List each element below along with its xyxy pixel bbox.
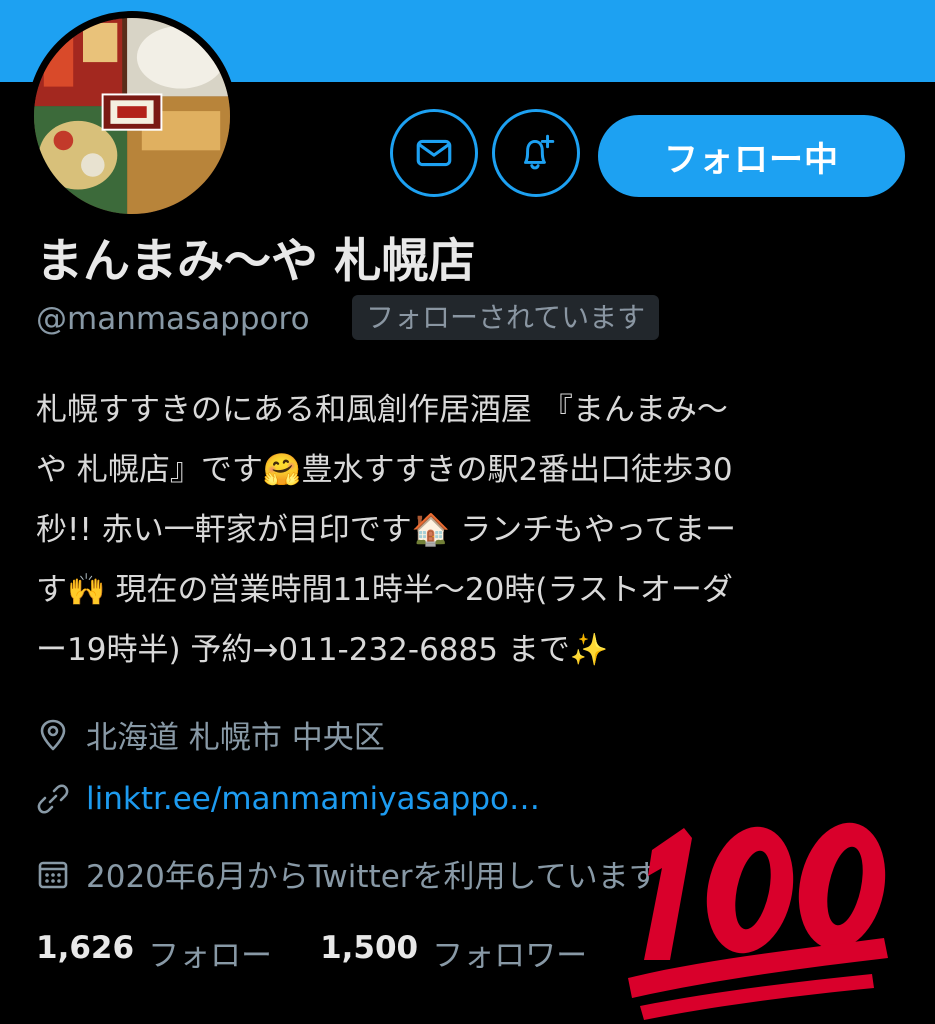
avatar-image [34, 18, 230, 214]
mail-icon [416, 139, 452, 167]
following-count-link[interactable]: 1,626 フォロー [36, 930, 272, 975]
location-pin-icon [40, 719, 66, 750]
bio-line: す🙌 現在の営業時間11時半〜20時(ラストオーダ [36, 572, 733, 608]
follows-you-badge: フォローされています [352, 295, 660, 340]
location-text: 北海道 札幌市 中央区 [86, 720, 385, 756]
username-handle: @manmasapporo [36, 301, 310, 337]
bio-line: 秒!! 赤い一軒家が目印です🏠 ランチもやってまー [36, 512, 737, 548]
profile-avatar[interactable] [27, 11, 237, 221]
follow-counts: 1,626 フォロー 1,500 フォロワー [36, 930, 635, 975]
following-count: 1,626 [36, 930, 135, 966]
bio-line: や 札幌店』です🤗豊水すすきの駅2番出口徒歩30 [36, 452, 733, 488]
calendar-icon [38, 861, 68, 888]
bio-line: 札幌すすきのにある和風創作居酒屋 『まんまみ〜 [36, 392, 728, 428]
profile-location: 北海道 札幌市 中央区 [36, 712, 385, 757]
join-date-text: 2020年6月からTwitterを利用しています [86, 859, 660, 895]
profile-join-date: 2020年6月からTwitterを利用しています [36, 851, 660, 896]
website-link[interactable]: linktr.ee/manmamiyasappo… [86, 781, 540, 817]
followers-count: 1,500 [320, 930, 419, 966]
notifications-button[interactable] [492, 109, 580, 197]
link-icon [37, 784, 69, 814]
followers-label: フォロワー [432, 938, 588, 974]
following-label: フォロー [148, 938, 273, 974]
hundred-points-emoji [628, 822, 888, 1020]
bio-line: ー19時半) 予約→011-232-6885 まで✨ [36, 632, 609, 668]
display-name: まんまみ〜や 札幌店 [36, 234, 476, 289]
profile-website[interactable]: linktr.ee/manmamiyasappo… [36, 781, 540, 817]
followers-count-link[interactable]: 1,500 フォロワー [320, 930, 587, 975]
message-button[interactable] [390, 109, 478, 197]
following-button[interactable]: フォロー中 [598, 115, 905, 197]
bell-plus-icon [524, 134, 555, 170]
profile-bio: 札幌すすきのにある和風創作居酒屋 『まんまみ〜 や 札幌店』です🤗豊水すすきの駅… [36, 380, 916, 680]
